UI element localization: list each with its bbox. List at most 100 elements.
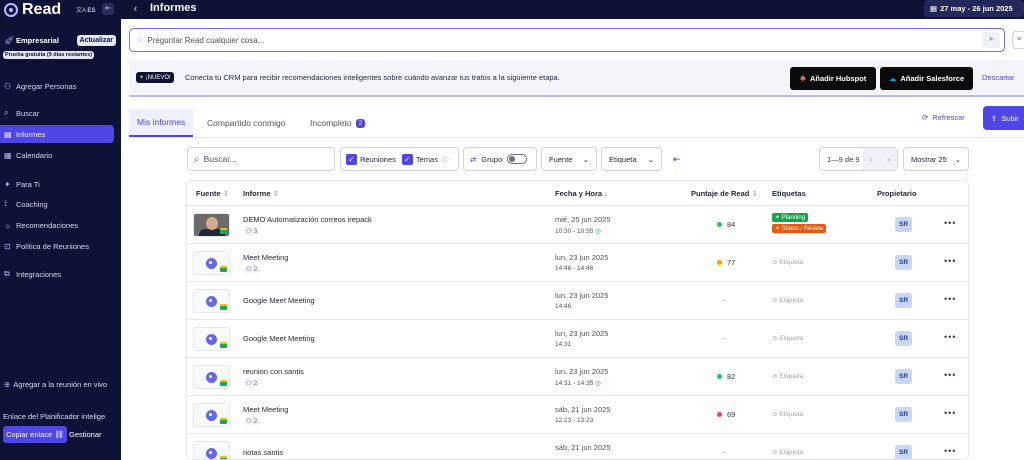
read-logo-icon [206, 334, 217, 345]
add-people-button[interactable]: ⚇ Agregar Personas [0, 77, 114, 95]
tag-status-review[interactable]: ✦ Status / Review [772, 224, 827, 233]
column-header-date[interactable]: Fecha y Hora ↓ [555, 189, 608, 198]
add-tag-button[interactable]: ⊘ Etiqueta [772, 410, 803, 418]
crm-banner-text: Conecta tu CRM para recibir recomendacio… [185, 73, 560, 82]
tag-planning[interactable]: ✦ Planning [772, 213, 809, 222]
report-title[interactable]: Google Meet Meeting [243, 334, 315, 343]
report-date: lun, 23 jun 2025 [555, 291, 609, 300]
report-search-input[interactable] [203, 154, 324, 164]
sidebar-item-coaching[interactable]: ⟟ Coaching [0, 195, 114, 213]
owner-avatar[interactable]: SR [895, 445, 912, 459]
column-label: Puntaje de Read [691, 189, 750, 198]
report-title[interactable]: Google Meet Meeting [243, 296, 315, 305]
owner-avatar[interactable]: SR [895, 255, 912, 270]
sidebar-item-label: Integraciones [16, 269, 62, 279]
table-row[interactable]: Google Meet Meeting lun, 23 jun 2025 14:… [187, 282, 968, 320]
smart-planner-link-text: Enlace del Planificador intelige [3, 412, 106, 421]
time-range: 14:31 - 14:35 [555, 380, 594, 387]
group-toggle[interactable] [507, 154, 528, 164]
report-title[interactable]: Meet Meeting [243, 405, 288, 414]
tab-mis-informes[interactable]: Mis informes [129, 109, 194, 137]
sidebar-item-para-ti[interactable]: ✦ Para Ti [0, 175, 114, 193]
column-header-source[interactable]: Fuente ⇕ [196, 189, 229, 198]
source-dropdown[interactable]: Fuente ⌄ [541, 147, 597, 171]
owner-avatar[interactable]: SR [895, 217, 912, 232]
more-options-icon[interactable]: ••• [944, 256, 956, 266]
table-row[interactable]: Google Meet Meeting lun, 23 jun 2025 14:… [187, 320, 968, 358]
language-selector[interactable]: 文A ES [76, 5, 95, 14]
add-tag-button[interactable]: ⊘ Etiqueta [772, 258, 803, 266]
add-tag-button[interactable]: ⊘ Etiqueta [772, 334, 803, 342]
discard-button[interactable]: Descartar [982, 73, 1015, 82]
more-options-icon[interactable]: ••• [944, 294, 956, 304]
sidebar-item-recomendaciones[interactable]: ☼ Recomendaciones [0, 216, 114, 234]
add-to-live-meeting-button[interactable]: ⊕ Agregar a la reunión en vivo [4, 380, 114, 389]
people-icon: ⚇ [246, 228, 252, 235]
owner-avatar[interactable]: SR [895, 369, 912, 384]
puzzle-icon: ⧉ [4, 269, 10, 278]
topics-checkbox[interactable]: ✓ [401, 153, 413, 165]
tag-dropdown[interactable]: Etiqueta ⌄ [601, 147, 662, 171]
tab-incompleto[interactable]: Incompleto 2 [302, 109, 373, 137]
pagination-arrows: ‹ › [863, 148, 897, 170]
column-header-score[interactable]: Puntaje de Read ⇕ [691, 189, 758, 198]
table-row[interactable]: reunion con santis ⚇ 2 lun, 23 jun 2025 … [187, 358, 968, 396]
meetings-checkbox[interactable]: ✓ [346, 153, 357, 165]
page-size-dropdown[interactable]: Mostrar 25 ⌄ [903, 147, 969, 171]
upload-button[interactable]: ⇪ Subir [983, 106, 1024, 130]
owner-avatar[interactable]: SR [895, 293, 912, 308]
copy-link-button[interactable]: Copiar enlace ⛓︎ [3, 426, 67, 443]
refresh-button[interactable]: ⟳ Refrescar [922, 113, 965, 122]
google-meet-icon [220, 266, 227, 272]
report-title[interactable]: reunion con santis [243, 367, 304, 376]
chevron-down-icon: ⌄ [582, 154, 589, 164]
table-row[interactable]: notas santis sáb, 21 jun 2025 - ⊘ Etique… [187, 434, 968, 459]
translate-icon: 文A [76, 8, 86, 14]
google-meet-icon [220, 418, 227, 424]
owner-avatar[interactable]: SR [895, 407, 912, 422]
chevron-right-icon[interactable]: › [887, 155, 890, 164]
more-options-icon[interactable]: ••• [944, 218, 956, 228]
more-options-icon[interactable]: ••• [944, 446, 956, 456]
collapse-sidebar-button[interactable]: ⇤ [102, 3, 114, 15]
options-menu-button[interactable]: ≡ [1012, 31, 1024, 49]
report-title[interactable]: DEMO Automatización correos irepack [243, 215, 372, 224]
more-options-icon[interactable]: ••• [944, 370, 956, 380]
meetings-label: Reuniones [360, 154, 396, 164]
sidebar-item-buscar[interactable]: ⌕ Buscar [0, 104, 114, 122]
more-options-icon[interactable]: ••• [944, 332, 956, 342]
sidebar-item-informes[interactable]: ▤ Informes [0, 125, 114, 143]
add-salesforce-button[interactable]: ☁ Añadir Salesforce [880, 67, 973, 90]
add-tag-button[interactable]: ⊘ Etiqueta [772, 372, 803, 380]
app-logo[interactable]: Read [4, 0, 61, 19]
sort-icon: ⇕ [751, 189, 758, 198]
sidebar-item-integraciones[interactable]: ⧉ Integraciones [0, 265, 114, 283]
tab-compartido-conmigo[interactable]: Compartido conmigo [199, 109, 293, 137]
more-options-icon[interactable]: ••• [944, 408, 956, 418]
table-row[interactable]: Meet Meeting ⚇ 2 lun, 23 jun 2025 14:46 … [187, 244, 968, 282]
chevron-left-icon[interactable]: ‹ [134, 3, 137, 13]
report-title[interactable]: Meet Meeting [243, 253, 288, 262]
column-header-report[interactable]: Informe ⇕ [243, 189, 279, 198]
add-tag-button[interactable]: ⊘ Etiqueta [772, 296, 803, 304]
manage-button[interactable]: Gestionar [66, 426, 105, 443]
add-tag-button[interactable]: ⊘ Etiqueta [772, 448, 803, 456]
table-row[interactable]: DEMO Automatización correos irepack ⚇ 3 … [187, 206, 968, 244]
hubspot-icon: ✱ [799, 74, 807, 83]
sidebar-item-politica-reuniones[interactable]: ⊡ Política de Reuniones [0, 237, 114, 255]
score-dot-icon [717, 222, 722, 227]
table-row[interactable]: Meet Meeting ⚇ 2 sáb, 21 jun 2025 12:23 … [187, 396, 968, 434]
pagination-label: 1—9 de 9 [827, 154, 860, 164]
date-range-picker[interactable]: ▦ 27 may - 26 jun 2025 [924, 0, 1024, 17]
report-title[interactable]: notas santis [243, 448, 283, 457]
ask-read-input[interactable] [147, 35, 648, 45]
sidebar-item-calendario[interactable]: ▦ Calendario [0, 146, 114, 164]
upgrade-button[interactable]: Actualizar [76, 34, 116, 46]
table-header: Fuente ⇕ Informe ⇕ Fecha y Hora ↓ Puntaje d… [187, 181, 968, 206]
add-hubspot-button[interactable]: ✱ Añadir Hubspot [790, 67, 876, 90]
send-button[interactable]: ➤ [982, 32, 1000, 48]
score-value: 69 [727, 410, 736, 419]
owner-avatar[interactable]: SR [895, 331, 912, 346]
chevron-left-icon[interactable]: ‹ [870, 155, 873, 164]
collapse-columns-icon[interactable]: ⇤ [673, 154, 681, 165]
